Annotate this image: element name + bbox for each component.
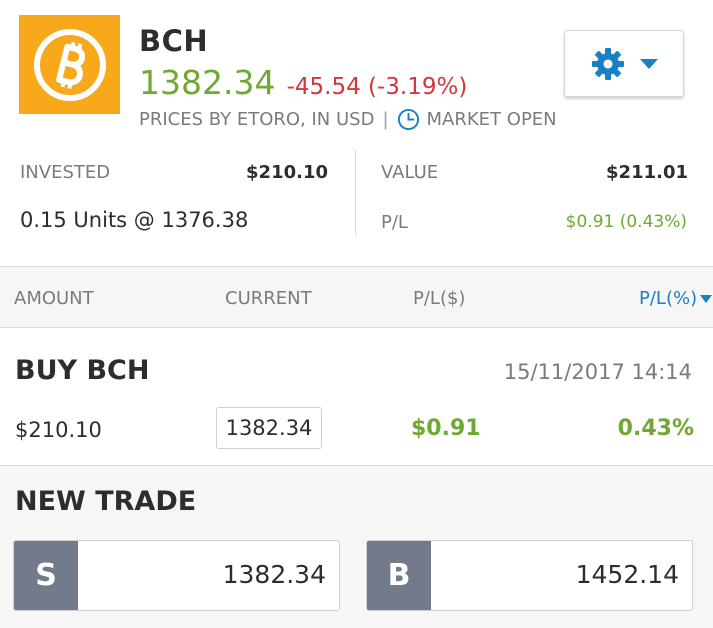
new-trade-section: NEW TRADE S 1382.34 B 1452.14	[0, 466, 713, 628]
trade-amount: $210.10	[15, 418, 102, 442]
invested-value: $210.10	[246, 162, 328, 183]
trade-pl: $0.91	[411, 416, 481, 441]
settings-dropdown-button[interactable]	[564, 30, 684, 97]
value-label: VALUE	[381, 162, 439, 183]
instrument-ticker: BCH	[139, 24, 209, 58]
trade-pl-percent: 0.43%	[617, 416, 694, 441]
summary-divider	[355, 150, 356, 235]
units-info: 0.15 Units @ 1376.38	[20, 208, 249, 232]
buy-button[interactable]: B 1452.14	[366, 540, 693, 611]
trade-date: 15/11/2017 14:14	[503, 360, 692, 384]
price-source: PRICES BY ETORO, IN USD	[139, 109, 375, 130]
value-amount: $211.01	[606, 162, 688, 183]
clock-icon	[397, 108, 419, 131]
price-change: -45.54 (-3.19%)	[286, 74, 468, 100]
column-pl[interactable]: P/L($)	[413, 288, 465, 309]
sell-letter: S	[14, 541, 78, 610]
pl-label: P/L	[381, 212, 408, 233]
column-pl-percent-label: P/L(%)	[639, 288, 698, 309]
trade-current-rate[interactable]: 1382.34	[216, 407, 322, 449]
bitcoin-logo	[19, 15, 120, 114]
buy-rate: 1452.14	[575, 560, 679, 589]
sort-desc-icon	[700, 295, 713, 303]
column-pl-percent[interactable]: P/L(%)	[639, 288, 713, 309]
column-current[interactable]: CURRENT	[225, 288, 312, 309]
price-line: 1382.34 -45.54 (-3.19%)	[139, 63, 467, 102]
trade-title: BUY BCH	[15, 355, 150, 386]
price-source-line: PRICES BY ETORO, IN USD | MARKET OPEN	[139, 108, 557, 131]
position-summary: INVESTED $210.10 0.15 Units @ 1376.38 VA…	[0, 145, 713, 265]
bitcoin-icon	[33, 28, 106, 101]
trade-row[interactable]: BUY BCH 15/11/2017 14:14 $210.10 1382.34…	[0, 329, 713, 466]
new-trade-title: NEW TRADE	[15, 486, 197, 517]
separator: |	[382, 109, 389, 130]
chevron-down-icon	[640, 58, 658, 69]
sell-button[interactable]: S 1382.34	[13, 540, 340, 611]
sell-rate: 1382.34	[222, 560, 326, 589]
column-amount[interactable]: AMOUNT	[14, 288, 94, 309]
buy-letter: B	[367, 541, 431, 610]
pl-value: $0.91 (0.43%)	[565, 212, 687, 232]
current-price: 1382.34	[139, 63, 276, 102]
gear-icon	[592, 47, 624, 80]
invested-label: INVESTED	[20, 162, 111, 183]
trades-column-header: AMOUNT CURRENT P/L($) P/L(%)	[0, 266, 713, 328]
instrument-header: BCH 1382.34 -45.54 (-3.19%) PRICES BY ET…	[0, 0, 713, 145]
market-status: MARKET OPEN	[426, 109, 557, 130]
